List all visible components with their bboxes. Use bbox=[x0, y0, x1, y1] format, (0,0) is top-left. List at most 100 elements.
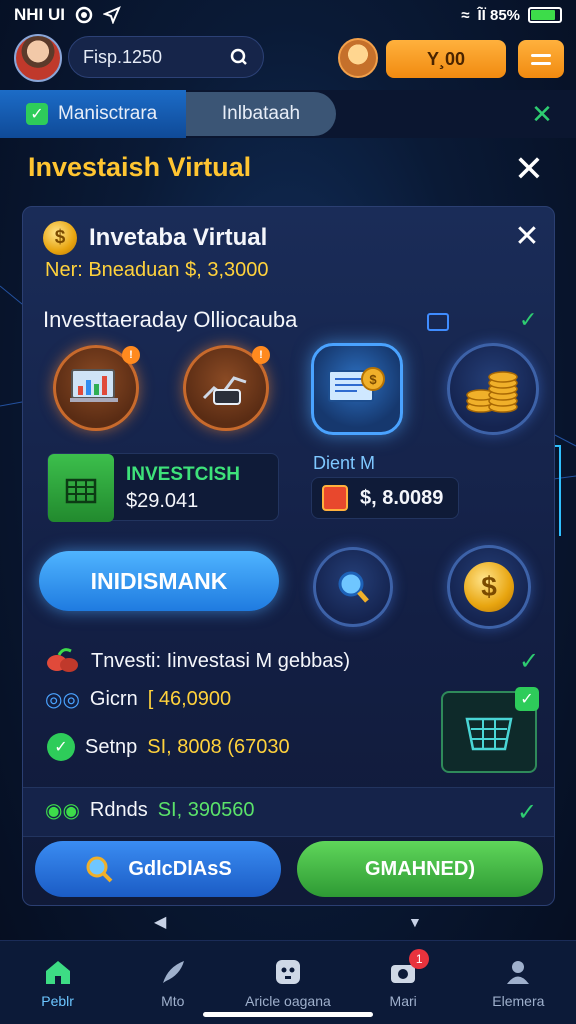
sprout-icon bbox=[47, 648, 78, 672]
game-icon bbox=[275, 960, 300, 984]
rounds-icon: ◉◉ bbox=[45, 800, 80, 822]
nav-label: Peblr bbox=[41, 993, 74, 1009]
node-search[interactable] bbox=[313, 547, 393, 627]
sub-title: Investtaeraday Olliocauba bbox=[43, 307, 298, 332]
basket-icon bbox=[465, 717, 513, 751]
section-title: Investaish Virtual bbox=[28, 152, 252, 182]
laptop-coin-icon: $ bbox=[328, 367, 385, 402]
node-badge: ! bbox=[122, 346, 140, 364]
invest-card[interactable]: INVESTCISH $29.041 bbox=[47, 453, 279, 522]
location-arrow-icon bbox=[103, 6, 121, 24]
home-icon bbox=[45, 961, 70, 984]
node-dollar-coin[interactable]: $ bbox=[447, 545, 531, 629]
primary-invest-button[interactable]: INIDISMANK bbox=[39, 551, 279, 611]
invest-panel: $ Invetaba Virtual ✕ Ner: Bneaduan $, 3,… bbox=[22, 206, 555, 906]
rounds-label: Rdnds bbox=[89, 799, 148, 821]
dollar-coin-icon: $ bbox=[464, 562, 514, 612]
record-icon bbox=[75, 6, 93, 24]
coin-label: Y¸00 bbox=[426, 48, 466, 69]
search-text: Fisp.1250 bbox=[83, 46, 163, 67]
tab-active-label: Manisctrara bbox=[58, 103, 158, 124]
invest-card-label: INVESTCISH bbox=[126, 464, 241, 485]
rounds-value: SI, 390560 bbox=[157, 799, 255, 821]
screen-icon[interactable] bbox=[427, 313, 449, 331]
nav-label: Mto bbox=[161, 993, 185, 1009]
nav-item-mail[interactable]: 1 Mari bbox=[353, 949, 453, 1009]
status-bar: NHI UI ≈ ÎÏ 85% bbox=[0, 0, 576, 30]
nav-item-games[interactable]: Aricle oagana bbox=[238, 957, 338, 1009]
panel-header: $ Invetaba Virtual bbox=[43, 221, 267, 255]
node-laptop-coin[interactable]: $ bbox=[311, 343, 403, 435]
arrow-down-icon[interactable]: ▼ bbox=[408, 914, 422, 930]
search-icon bbox=[86, 856, 113, 883]
search-action-button[interactable]: GdlcDlAsS bbox=[35, 841, 281, 897]
node-card[interactable]: ! bbox=[183, 345, 270, 431]
setup-label: Setnp bbox=[85, 735, 138, 758]
status-left-text: NHI UI bbox=[14, 5, 65, 24]
home-indicator[interactable] bbox=[203, 1012, 373, 1017]
tab-close-icon[interactable]: ✕ bbox=[528, 100, 556, 128]
check-icon[interactable]: ✓ bbox=[519, 307, 537, 333]
search-icon bbox=[230, 48, 247, 65]
battery-icon bbox=[528, 7, 562, 23]
user-icon bbox=[507, 961, 530, 984]
search-field[interactable]: Fisp.1250 bbox=[68, 36, 264, 78]
coin-stack-icon bbox=[466, 371, 518, 413]
coin-balance-button[interactable]: Y¸00 bbox=[386, 40, 506, 78]
nav-label: Mari bbox=[389, 993, 417, 1009]
card-chart-icon bbox=[202, 376, 247, 405]
wifi-icon: ≈ bbox=[461, 6, 470, 24]
avatar[interactable] bbox=[14, 34, 62, 82]
value-box[interactable]: $, 8.0089 bbox=[311, 477, 459, 519]
gift-icon bbox=[322, 485, 348, 511]
pager-arrows: ◀ ▼ bbox=[0, 908, 576, 938]
check-badge-icon: ✓ bbox=[515, 687, 539, 711]
tab-second[interactable]: Inlbataah bbox=[186, 92, 336, 136]
tab-second-label: Inlbataah bbox=[221, 103, 301, 124]
dollar-coin-icon: $ bbox=[43, 221, 77, 255]
panel-title: Invetaba Virtual bbox=[89, 224, 268, 251]
search-action-label: GdlcDlAsS bbox=[128, 857, 232, 880]
panel-close-icon[interactable]: ✕ bbox=[511, 221, 543, 253]
invest-icon bbox=[48, 454, 114, 522]
check-icon[interactable]: ✓ bbox=[517, 798, 537, 827]
nav-label: Aricle oagana bbox=[245, 993, 331, 1009]
top-bar: Fisp.1250 Y¸00 bbox=[0, 30, 576, 88]
profile-avatar[interactable] bbox=[338, 38, 378, 78]
arrow-left-icon[interactable]: ◀ bbox=[154, 912, 166, 932]
invest-card-value: $29.041 bbox=[126, 490, 199, 512]
invest-row-text: Tnvesti: Iinvestasi M gebbas) bbox=[91, 649, 350, 672]
confirm-button[interactable]: GMAHNED) bbox=[297, 841, 543, 897]
status-right-text: ÎÏ 85% bbox=[477, 6, 520, 24]
checkbox-icon: ✓ bbox=[26, 103, 48, 125]
giten-label: Gicrn bbox=[89, 688, 138, 710]
tab-active[interactable]: ✓ Manisctrara bbox=[0, 90, 186, 138]
node-badge: ! bbox=[252, 346, 270, 364]
nav-item-profile[interactable]: Elemera bbox=[468, 957, 568, 1009]
node-coin-stack[interactable] bbox=[447, 343, 539, 435]
nav-label: Elemera bbox=[492, 993, 545, 1009]
value-box-text: $, 8.0089 bbox=[360, 486, 444, 509]
close-icon[interactable]: ✕ bbox=[512, 151, 546, 187]
giten-value: [ 46,0900 bbox=[147, 688, 232, 710]
link-icon: ◎◎ bbox=[45, 689, 80, 711]
notification-badge: 1 bbox=[409, 949, 430, 969]
basket-tile[interactable]: ✓ bbox=[441, 687, 539, 773]
node-chart[interactable]: ! bbox=[53, 345, 140, 431]
check-icon[interactable]: ✓ bbox=[519, 647, 539, 676]
magnifier-icon bbox=[338, 571, 369, 603]
svg-text:$: $ bbox=[369, 372, 377, 387]
balance-line: Ner: Bneaduan $, 3,3000 bbox=[45, 259, 269, 281]
tabs-row: ✓ Manisctrara Inlbataah ✕ bbox=[0, 90, 576, 138]
feather-icon bbox=[162, 961, 184, 983]
menu-button[interactable] bbox=[518, 40, 564, 78]
nav-item-home[interactable]: Peblr bbox=[8, 957, 108, 1009]
rounds-row[interactable]: ◉◉ Rdnds SI, 390560 ✓ bbox=[23, 787, 554, 837]
giten-row[interactable]: ◎◎ Gicrn [ 46,0900 bbox=[45, 687, 231, 712]
setup-row[interactable]: ✓ Setnp SI, 8008 (67030 bbox=[47, 733, 290, 761]
chart-laptop-icon bbox=[70, 369, 118, 402]
dient-label: Dient M bbox=[313, 453, 376, 473]
invest-row[interactable]: Tnvesti: Iinvestasi M gebbas) bbox=[45, 647, 350, 675]
nav-item-feed[interactable]: Mto bbox=[123, 957, 223, 1009]
setup-value: SI, 8008 (67030 bbox=[147, 735, 290, 758]
